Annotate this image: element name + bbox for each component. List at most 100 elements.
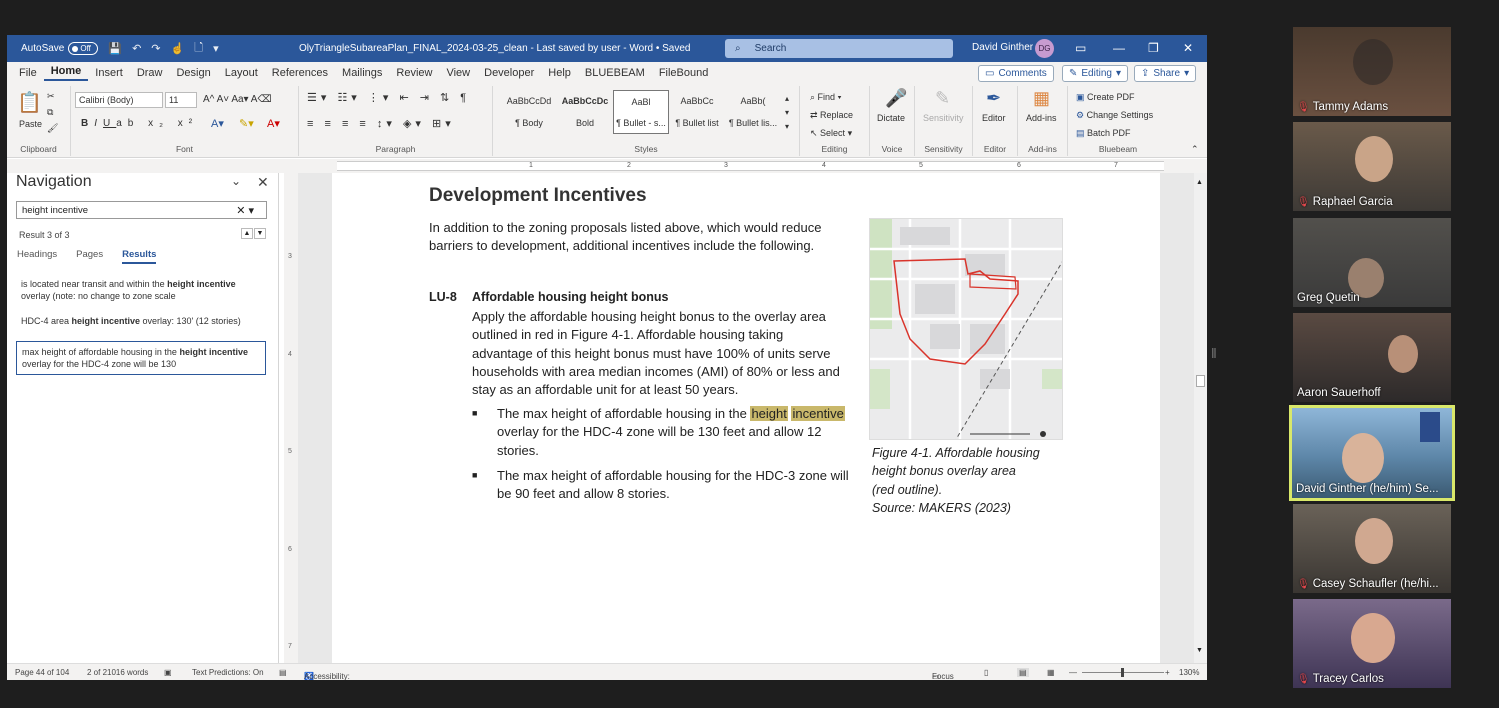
editing-mode-button[interactable]: ✎ Editing ▾ xyxy=(1062,65,1128,82)
close-icon[interactable]: ✕ xyxy=(257,174,269,191)
macro-icon[interactable]: ▤ xyxy=(279,668,287,677)
style-bullet-list-2[interactable]: AaBb(¶ Bullet lis... xyxy=(725,90,781,134)
style-bold[interactable]: AaBbCcDc Bold xyxy=(557,90,613,134)
tab-pages[interactable]: Pages xyxy=(76,249,103,264)
tab-home[interactable]: Home xyxy=(43,65,89,81)
style-bullet-list[interactable]: AaBbCc ¶ Bullet list xyxy=(669,90,725,134)
avatar[interactable]: DG xyxy=(1035,39,1054,58)
change-settings-button[interactable]: ⚙ Change Settings xyxy=(1076,110,1153,121)
select-button[interactable]: ↖ Select ▾ xyxy=(810,128,852,139)
style-bullet-s[interactable]: AaBl ¶ Bullet - s... xyxy=(613,90,669,134)
tab-mailings[interactable]: Mailings xyxy=(335,67,389,79)
comments-button[interactable]: ▭ Comments xyxy=(978,65,1054,82)
editor-button[interactable]: Editor xyxy=(982,113,1006,123)
tab-review[interactable]: Review xyxy=(389,67,439,79)
share-button[interactable]: ⇪ Share ▾ xyxy=(1134,65,1197,82)
clear-icon[interactable]: ✕ ▾ xyxy=(236,204,254,217)
undo-icon[interactable]: ↶ xyxy=(132,42,141,55)
addins-button[interactable]: Add-ins xyxy=(1026,113,1057,123)
replace-button[interactable]: ⇄ Replace xyxy=(810,110,853,121)
word-count[interactable]: 2 of 21016 words xyxy=(87,668,148,677)
paste-icon[interactable]: 📋 xyxy=(17,90,42,115)
tab-draw[interactable]: Draw xyxy=(130,67,170,79)
font-size-select[interactable]: 11 xyxy=(165,92,197,108)
redo-icon[interactable]: ↷ xyxy=(151,42,160,55)
tab-bluebeam[interactable]: BLUEBEAM xyxy=(578,67,652,79)
dictate-button[interactable]: Dictate xyxy=(877,113,905,123)
vertical-scrollbar[interactable]: ▲ ▼ xyxy=(1194,173,1207,663)
tab-references[interactable]: References xyxy=(265,67,335,79)
ribbon-display-icon[interactable]: ▭ xyxy=(1075,41,1086,55)
paste-label[interactable]: Paste xyxy=(19,119,42,129)
splitter-handle[interactable]: ‖ xyxy=(1211,345,1217,361)
proofing-icon[interactable]: ▣ xyxy=(164,668,172,677)
video-tile-active-speaker[interactable]: David Ginther (he/him) Se... xyxy=(1289,405,1455,501)
autosave-toggle[interactable]: Off xyxy=(68,42,99,55)
zoom-slider-thumb[interactable] xyxy=(1121,668,1124,677)
collapse-ribbon-icon[interactable]: ⌃ xyxy=(1191,144,1199,155)
scroll-down-icon[interactable]: ▼ xyxy=(1196,647,1203,654)
zoom-out-icon[interactable]: — xyxy=(1069,668,1077,677)
tab-design[interactable]: Design xyxy=(169,67,217,79)
style-body[interactable]: AaBbCcDd ¶ Body xyxy=(501,90,557,134)
grow-font-icon[interactable]: A^ A˅ Aa▾ A⌫ xyxy=(203,94,272,105)
batch-pdf-button[interactable]: ▤ Batch PDF xyxy=(1076,128,1131,139)
video-tile[interactable]: Greg Quetin xyxy=(1293,218,1451,307)
editor-icon[interactable]: ✒ xyxy=(986,88,1001,109)
next-result-icon[interactable]: ▼ xyxy=(254,228,266,239)
user-name[interactable]: David Ginther xyxy=(972,42,1033,53)
autosave-control[interactable]: AutoSave Off xyxy=(21,42,99,55)
close-button[interactable]: ✕ xyxy=(1183,41,1193,55)
tab-results[interactable]: Results xyxy=(122,249,157,264)
scroll-up-icon[interactable]: ▲ xyxy=(1196,179,1203,186)
microphone-icon[interactable]: 🎤 xyxy=(885,88,907,109)
font-color-icon[interactable]: A▾ xyxy=(267,117,280,130)
styles-scroll-icon[interactable]: ▴ ▾ ▾ xyxy=(785,92,789,134)
navigation-search-input[interactable]: height incentive ✕ ▾ xyxy=(16,201,267,219)
document-page[interactable]: Development Incentives In addition to th… xyxy=(332,173,1160,663)
tab-headings[interactable]: Headings xyxy=(17,249,57,264)
highlight-icon[interactable]: ✎▾ xyxy=(239,117,254,130)
tab-developer[interactable]: Developer xyxy=(477,67,541,79)
find-button[interactable]: ⌕ Find ▾ xyxy=(810,92,841,103)
create-pdf-button[interactable]: ▣ Create PDF xyxy=(1076,92,1135,103)
zoom-level[interactable]: 130% xyxy=(1179,668,1199,677)
zoom-in-icon[interactable]: + xyxy=(1165,668,1170,677)
text-effects-icon[interactable]: A▾ xyxy=(211,117,224,130)
font-format-icons[interactable]: BIUab x₂ x² xyxy=(81,118,198,129)
tab-help[interactable]: Help xyxy=(541,67,578,79)
document-title[interactable]: OlyTriangleSubareaPlan_FINAL_2024-03-25_… xyxy=(299,43,691,54)
video-tile[interactable]: 🎙 Casey Schaufler (he/hi... xyxy=(1293,504,1451,593)
cut-icon[interactable]: ✂ xyxy=(47,91,55,102)
restore-button[interactable]: ❐ xyxy=(1148,41,1159,55)
tab-insert[interactable]: Insert xyxy=(88,67,130,79)
scrollbar-thumb[interactable] xyxy=(1196,375,1205,387)
video-tile[interactable]: 🎙 Tammy Adams xyxy=(1293,27,1451,116)
alignment-icons[interactable]: ≡ ≡ ≡ ≡ ↕▾ ◈▾ ⊞▾ xyxy=(307,117,455,130)
tab-layout[interactable]: Layout xyxy=(218,67,265,79)
save-icon[interactable]: 💾 xyxy=(108,42,122,55)
font-name-select[interactable]: Calibri (Body) xyxy=(75,92,163,108)
customize-qat-icon[interactable]: ▾ xyxy=(213,42,219,55)
page-count[interactable]: Page 44 of 104 xyxy=(15,668,69,677)
copy-icon[interactable]: ⧉ xyxy=(47,107,53,118)
search-result-item-selected[interactable]: max height of affordable housing in the … xyxy=(16,341,266,375)
list-icons[interactable]: ☰▾ ☷▾ ⋮▾ ⇤ ⇥ ⇅ ¶ xyxy=(307,91,470,104)
search-result-item[interactable]: is located near transit and within the h… xyxy=(16,274,266,306)
video-tile[interactable]: 🎙 Tracey Carlos xyxy=(1293,599,1451,688)
tab-view[interactable]: View xyxy=(439,67,477,79)
previous-result-icon[interactable]: ▲ xyxy=(241,228,253,239)
new-document-icon[interactable]: 🗋 xyxy=(194,39,203,58)
format-painter-icon[interactable]: 🖌 xyxy=(47,123,58,134)
tab-filebound[interactable]: FileBound xyxy=(652,67,716,79)
minimize-button[interactable]: — xyxy=(1113,41,1125,55)
chevron-down-icon[interactable]: ⌄ xyxy=(231,174,241,188)
addins-icon[interactable]: ▦ xyxy=(1033,88,1050,109)
video-tile[interactable]: Aaron Sauerhoff xyxy=(1293,313,1451,402)
video-tile[interactable]: 🎙 Raphael Garcia xyxy=(1293,122,1451,211)
text-predictions[interactable]: Text Predictions: On xyxy=(192,668,264,677)
search-result-item[interactable]: HDC-4 area height incentive overlay: 130… xyxy=(16,311,266,331)
touch-mode-icon[interactable]: ☝ xyxy=(171,42,185,55)
tab-file[interactable]: File xyxy=(7,67,44,79)
print-layout-icon[interactable]: ▤ xyxy=(1017,668,1029,677)
